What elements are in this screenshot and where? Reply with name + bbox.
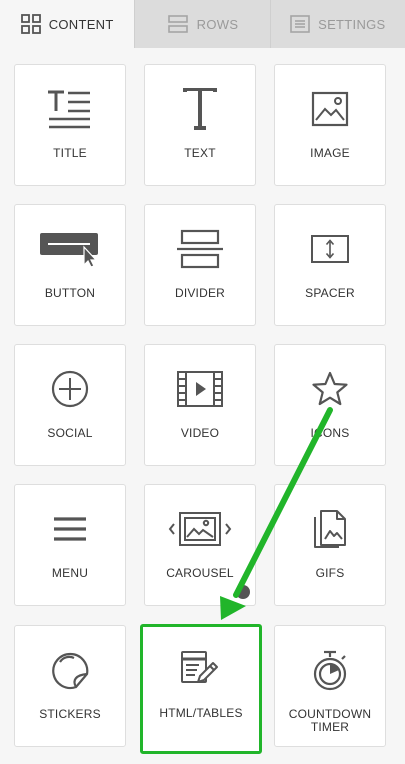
social-plus-icon [15, 365, 125, 413]
block-title[interactable]: TITLE [14, 64, 126, 186]
block-label: CAROUSEL [166, 566, 234, 580]
block-label: SPACER [305, 286, 355, 300]
sticker-icon [15, 646, 125, 694]
settings-list-icon [290, 15, 310, 33]
tab-content-label: CONTENT [48, 16, 114, 32]
tab-rows[interactable]: ROWS [134, 0, 270, 48]
block-menu[interactable]: MENU [14, 484, 126, 606]
block-label: COUNTDOWN TIMER [288, 707, 372, 734]
text-icon [145, 85, 255, 133]
tab-bar: CONTENT ROWS SETTINGS [0, 0, 405, 48]
block-video[interactable]: VIDEO [144, 344, 256, 466]
block-divider[interactable]: DIVIDER [144, 204, 256, 326]
drag-handle-dot [236, 585, 250, 599]
carousel-icon [145, 505, 255, 553]
block-label: STICKERS [39, 707, 101, 721]
tab-settings-label: SETTINGS [318, 16, 386, 32]
block-social[interactable]: SOCIAL [14, 344, 126, 466]
title-icon [15, 85, 125, 133]
block-label: IMAGE [310, 146, 350, 160]
tab-content[interactable]: CONTENT [0, 0, 135, 48]
image-icon [275, 85, 385, 133]
block-label: ICONS [310, 426, 350, 440]
spacer-icon [275, 225, 385, 273]
block-html-tables[interactable]: HTML/TABLES [140, 624, 262, 754]
block-label: VIDEO [180, 426, 220, 440]
block-label: BUTTON [44, 286, 96, 300]
block-label: TEXT [184, 146, 216, 160]
block-label: TITLE [53, 146, 87, 160]
stopwatch-icon [275, 646, 385, 694]
block-label: MENU [51, 566, 89, 580]
content-blocks-grid: TITLE TEXT IMAGE BUTTON DIVIDER SPACER S… [0, 48, 405, 764]
block-countdown-timer[interactable]: COUNTDOWN TIMER [274, 625, 386, 747]
block-label: HTML/TABLES [159, 706, 243, 720]
html-tables-icon [141, 645, 257, 693]
menu-icon [15, 505, 125, 553]
block-stickers[interactable]: STICKERS [14, 625, 126, 747]
tab-settings[interactable]: SETTINGS [269, 0, 405, 48]
divider-icon [145, 225, 255, 273]
block-gifs[interactable]: GIFS [274, 484, 386, 606]
block-label: DIVIDER [174, 286, 226, 300]
video-icon [145, 365, 255, 413]
grid-icon [20, 14, 41, 34]
block-label: SOCIAL [47, 426, 93, 440]
block-label: GIFS [315, 566, 345, 580]
star-icon [275, 365, 385, 413]
button-icon [15, 225, 125, 273]
block-spacer[interactable]: SPACER [274, 204, 386, 326]
block-button[interactable]: BUTTON [14, 204, 126, 326]
block-text[interactable]: TEXT [144, 64, 256, 186]
block-icons[interactable]: ICONS [274, 344, 386, 466]
rows-icon [167, 15, 189, 33]
tab-rows-label: ROWS [196, 16, 239, 32]
block-image[interactable]: IMAGE [274, 64, 386, 186]
gifs-icon [275, 505, 385, 553]
